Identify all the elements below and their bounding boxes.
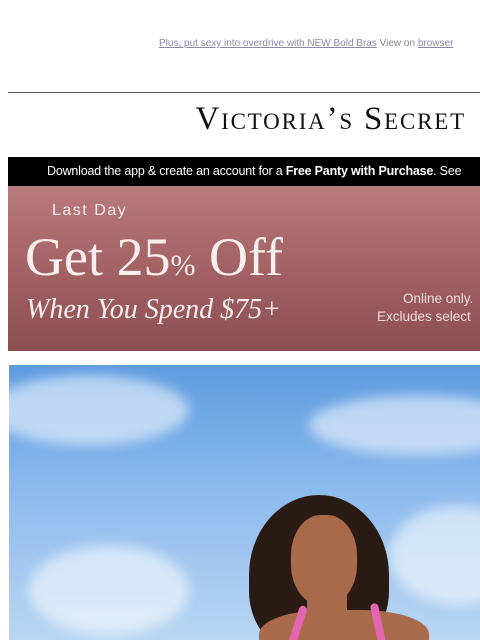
hero-image[interactable]	[9, 365, 480, 640]
cloud-shape	[309, 395, 480, 455]
promo-headline-percent: %	[170, 249, 196, 282]
view-on-label: View on	[379, 38, 416, 49]
promo-fine-print-1: Online only.	[403, 291, 474, 306]
header-divider	[8, 92, 480, 93]
bold-bras-link[interactable]: Plus, put sexy into overdrive with NEW B…	[159, 38, 377, 49]
app-download-text: Download the app & create an account for…	[47, 164, 462, 178]
view-in-browser-link[interactable]: browser	[418, 38, 454, 49]
brand-logo[interactable]: Victoria’s Secret	[196, 101, 467, 138]
promo-tag: Last Day	[52, 202, 128, 219]
promo-banner[interactable]: Last Day Get 25% Off When You Spend $75+…	[8, 186, 480, 351]
app-bar-prefix: Download the app & create an account for…	[47, 164, 286, 178]
model-shoulders	[259, 610, 429, 640]
cloud-shape	[29, 545, 189, 635]
cloud-shape	[389, 505, 480, 605]
promo-headline-number: Get 25	[25, 227, 171, 287]
promo-headline-off: Off	[195, 227, 283, 287]
promo-fine-print-2: Excludes select	[377, 309, 471, 324]
cloud-shape	[9, 375, 189, 445]
promo-headline: Get 25% Off	[25, 230, 283, 284]
app-bar-offer: Free Panty with Purchase	[285, 164, 434, 178]
app-download-banner[interactable]: Download the app & create an account for…	[8, 157, 480, 186]
preheader: Plus, put sexy into overdrive with NEW B…	[159, 38, 453, 49]
app-bar-suffix: . See	[433, 164, 462, 178]
promo-subhead: When You Spend $75+	[26, 294, 282, 325]
